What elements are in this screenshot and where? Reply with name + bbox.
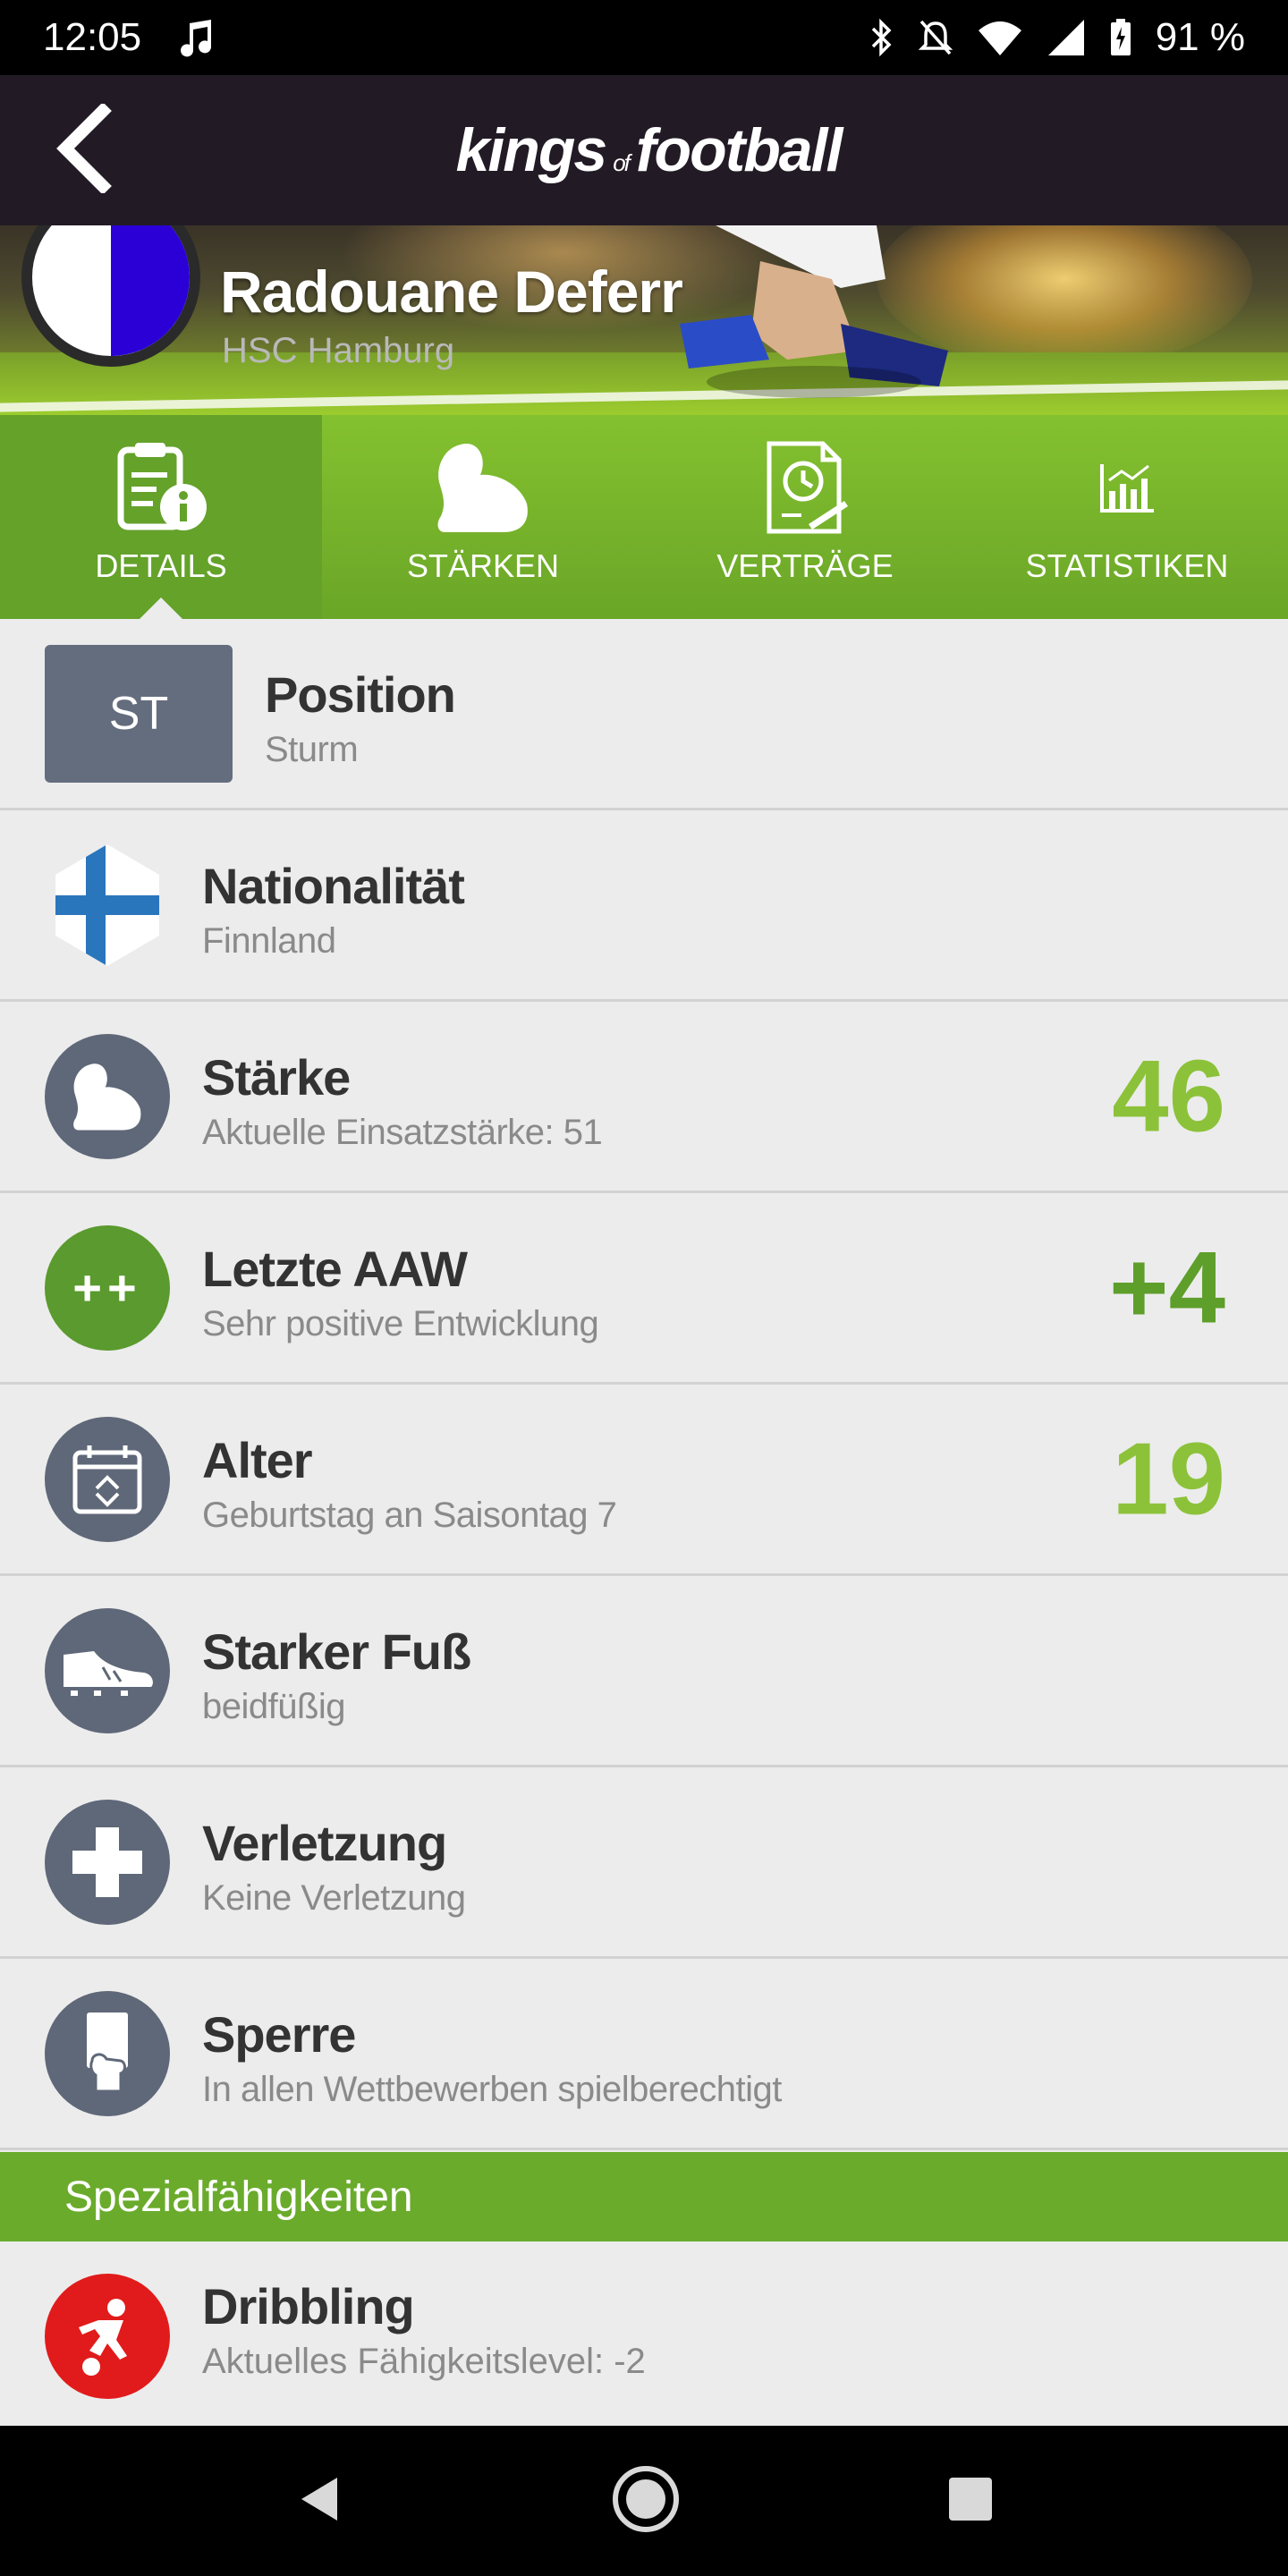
list-item-position[interactable]: ST Position Sturm — [0, 619, 1288, 810]
list-item-title: Nationalität — [202, 858, 465, 914]
list-item-injury[interactable]: Verletzung Keine Verletzung — [0, 1767, 1288, 1959]
club-crest — [21, 225, 200, 367]
clipboard-info-icon — [112, 441, 210, 542]
list-item-subtitle: Aktuelles Fähigkeitslevel: -2 — [202, 2342, 646, 2381]
list-item-title: Position — [265, 666, 456, 723]
list-item-suspension[interactable]: Sperre In allen Wettbewerben spielberech… — [0, 1959, 1288, 2150]
player-club: HSC Hamburg — [222, 331, 455, 370]
calendar-icon — [45, 1416, 170, 1542]
plus-plus-icon: ++ — [45, 1224, 170, 1351]
tab-statistiken[interactable]: STATISTIKEN — [966, 415, 1288, 619]
tab-label: STÄRKEN — [406, 547, 560, 584]
card-hand-icon — [45, 1990, 170, 2116]
list-item-last-aaw[interactable]: ++ Letzte AAW Sehr positive Entwicklung … — [0, 1193, 1288, 1385]
strength-value: 46 — [1112, 1039, 1225, 1153]
music-note-icon — [181, 18, 216, 57]
section-header-special: Spezialfähigkeiten — [0, 2152, 1288, 2241]
list-item-subtitle: Keine Verletzung — [202, 1878, 466, 1918]
dribbling-player-icon — [45, 2274, 170, 2399]
list-item-title: Alter — [202, 1432, 313, 1488]
bell-off-icon — [918, 18, 953, 57]
nav-back-button[interactable] — [292, 2472, 346, 2530]
player-header: Radouane Deferr HSC Hamburg — [0, 225, 1288, 415]
player-photo — [680, 225, 948, 398]
status-time: 12:05 — [43, 15, 142, 59]
player-name: Radouane Deferr — [220, 258, 683, 325]
back-arrow-icon — [53, 101, 115, 198]
aaw-badge: ++ — [72, 1259, 142, 1316]
details-list: ST Position Sturm Nationalität Finnland … — [0, 619, 1288, 2150]
list-item-title: Sperre — [202, 2006, 356, 2063]
tab-vertraege[interactable]: VERTRÄGE — [644, 415, 966, 619]
tab-label: STATISTIKEN — [1025, 547, 1229, 584]
active-tab-indicator — [138, 597, 184, 621]
flexed-arm-icon — [434, 441, 532, 542]
nav-recents-button[interactable] — [945, 2474, 996, 2529]
bar-chart-icon — [1098, 461, 1156, 522]
list-item-ability[interactable]: Dribbling Aktuelles Fähigkeitslevel: -2 — [0, 2241, 1288, 2426]
list-item-subtitle: beidfüßig — [202, 1687, 346, 1726]
tab-staerken[interactable]: STÄRKEN — [322, 415, 644, 619]
list-item-strength[interactable]: Stärke Aktuelle Einsatzstärke: 51 46 — [0, 1002, 1288, 1193]
football-boot-icon — [45, 1607, 170, 1733]
tab-bar: DETAILS STÄRKEN VERTRÄGE STATISTIKEN — [0, 415, 1288, 621]
list-item-title: Dribbling — [202, 2278, 415, 2334]
aaw-value: +4 — [1109, 1231, 1225, 1344]
tab-label: DETAILS — [95, 547, 227, 584]
flexed-arm-icon — [45, 1033, 170, 1159]
medical-cross-icon — [45, 1799, 170, 1925]
list-item-title: Stärke — [202, 1049, 351, 1106]
wifi-icon — [977, 18, 1023, 57]
list-item-subtitle: Finnland — [202, 921, 336, 961]
list-item-age[interactable]: Alter Geburtstag an Saisontag 7 19 — [0, 1385, 1288, 1576]
list-item-subtitle: In allen Wettbewerben spielberechtigt — [202, 2070, 782, 2109]
list-item-title: Letzte AAW — [202, 1241, 468, 1297]
battery-icon — [1109, 18, 1132, 57]
signal-icon — [1046, 18, 1086, 57]
list-item-subtitle: Sturm — [265, 730, 359, 769]
tab-details[interactable]: DETAILS — [0, 415, 322, 621]
contract-clock-icon — [760, 438, 850, 545]
tab-label: VERTRÄGE — [716, 547, 894, 584]
list-item-strong-foot[interactable]: Starker Fuß beidfüßig — [0, 1576, 1288, 1767]
nav-home-button[interactable] — [610, 2463, 682, 2539]
list-item-title: Starker Fuß — [202, 1623, 471, 1680]
status-bar: 12:05 91 % — [0, 0, 1288, 75]
list-item-title: Verletzung — [202, 1815, 447, 1871]
app-bar: kings of football — [0, 75, 1288, 225]
list-item-subtitle: Aktuelle Einsatzstärke: 51 — [202, 1113, 603, 1152]
system-nav-bar — [0, 2426, 1288, 2576]
age-value: 19 — [1112, 1422, 1225, 1536]
finland-flag-icon — [45, 843, 170, 968]
list-item-nationality[interactable]: Nationalität Finnland — [0, 810, 1288, 1002]
app-logo: kings of football — [455, 116, 843, 184]
battery-percent: 91 % — [1155, 15, 1245, 59]
bluetooth-icon — [868, 18, 894, 57]
list-item-subtitle: Sehr positive Entwicklung — [202, 1304, 599, 1343]
back-button[interactable] — [39, 101, 129, 199]
position-badge: ST — [45, 644, 233, 783]
list-item-subtitle: Geburtstag an Saisontag 7 — [202, 1496, 617, 1535]
